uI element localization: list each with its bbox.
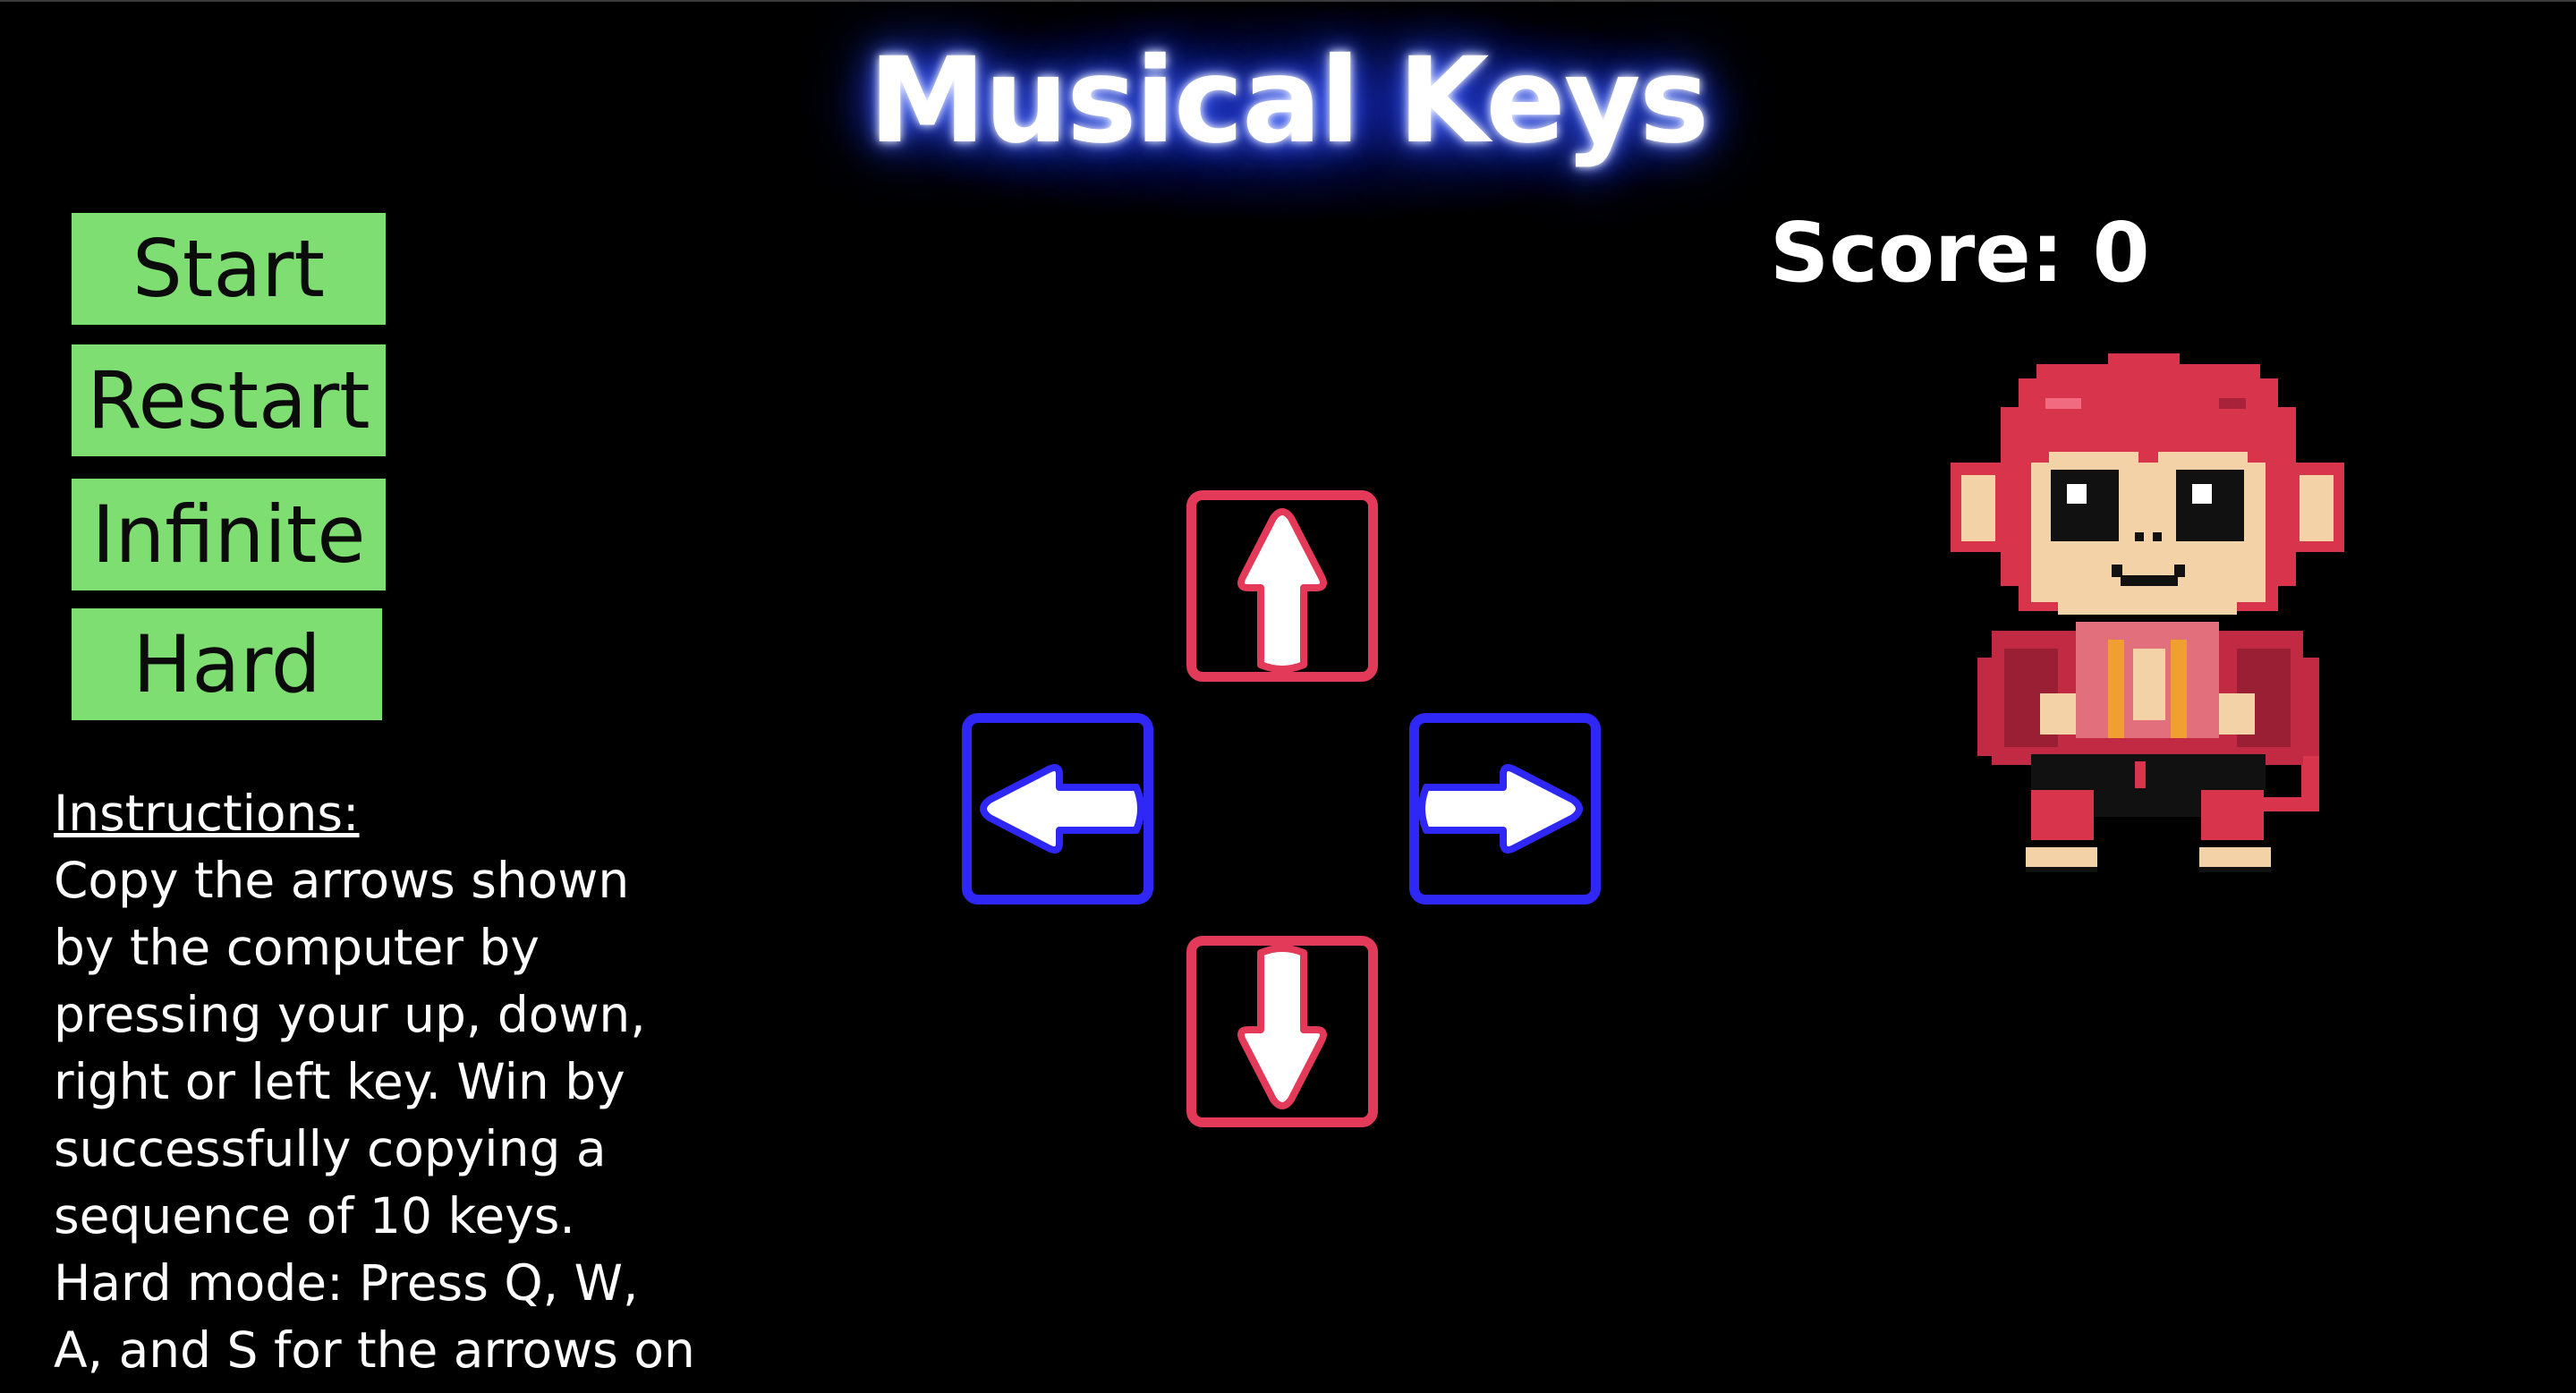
left-arrow-key[interactable] <box>962 713 1153 905</box>
top-border <box>0 0 2576 2</box>
arrow-down-icon <box>1237 946 1327 1109</box>
game-title: Musical Keys <box>868 32 1710 170</box>
infinite-button[interactable]: Infinite <box>72 479 386 590</box>
restart-button[interactable]: Restart <box>72 344 386 456</box>
down-arrow-key[interactable] <box>1186 936 1378 1127</box>
instructions-heading: Instructions: <box>54 785 360 842</box>
arrow-up-icon <box>1237 508 1327 672</box>
hard-button[interactable]: Hard <box>72 608 382 720</box>
score-display: Score: 0 <box>1770 205 2150 301</box>
up-arrow-key[interactable] <box>1186 490 1378 682</box>
arrow-right-icon <box>1419 764 1583 854</box>
arrow-left-icon <box>980 764 1143 854</box>
monkey-character <box>1951 353 2344 872</box>
instructions-panel: Instructions: Copy the arrows shown by t… <box>54 780 698 1393</box>
right-arrow-key[interactable] <box>1409 713 1601 905</box>
instructions-text: Copy the arrows shown by the computer by… <box>54 852 695 1393</box>
start-button[interactable]: Start <box>72 213 386 325</box>
